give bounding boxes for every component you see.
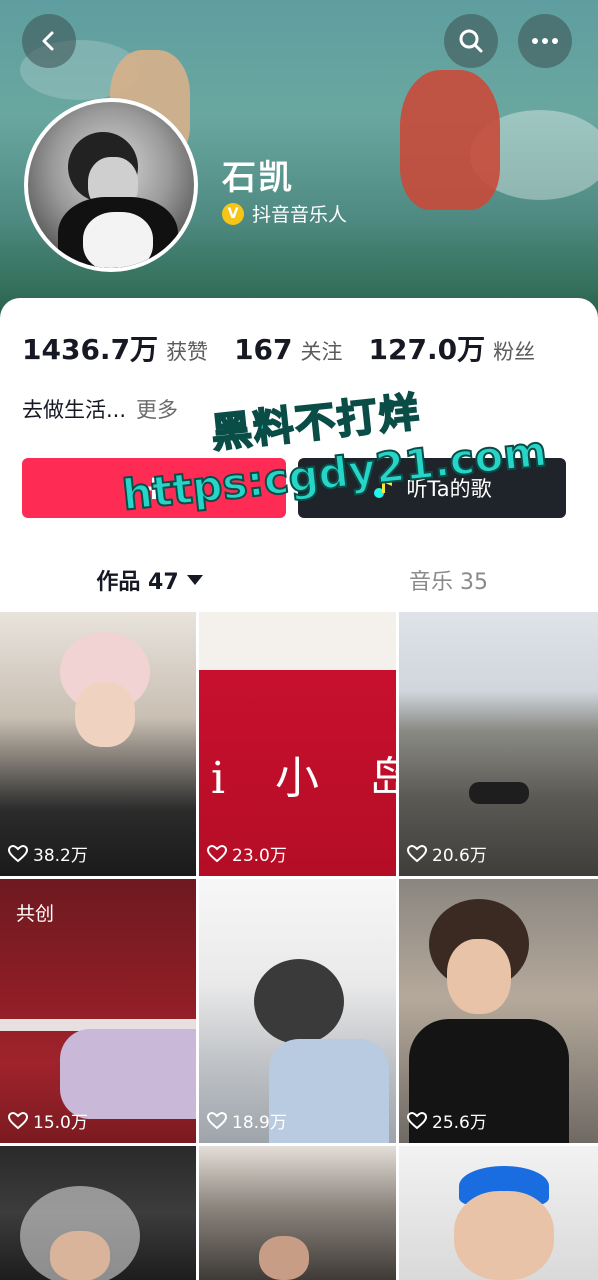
heart-icon [207, 1111, 227, 1129]
search-icon [459, 29, 483, 53]
heart-icon [207, 844, 227, 862]
bio: 去做生活... 更多 [22, 394, 178, 424]
stat-following[interactable]: 167 关注 [234, 333, 342, 366]
verified-label: 抖音音乐人 [252, 204, 348, 226]
music-note-icon [374, 479, 393, 498]
profile-name: 石凯 [222, 158, 294, 198]
video-tile[interactable]: 共创 15.0万 [0, 879, 196, 1143]
follow-button[interactable]: + [22, 458, 286, 518]
video-tile[interactable]: i 小 岛 23.0万 [199, 612, 396, 876]
tab-works[interactable]: 作品 47 [0, 550, 299, 610]
tab-works-label: 作品 47 [96, 570, 179, 595]
thumbnail-face [454, 1191, 554, 1280]
stat-followers[interactable]: 127.0万 粉丝 [369, 328, 536, 368]
verified-row: V 抖音音乐人 [222, 200, 347, 227]
likes-value: 25.6万 [432, 1113, 487, 1133]
likes-count: 38.2万 [8, 841, 88, 866]
avatar[interactable] [24, 98, 198, 272]
stat-likes[interactable]: 1436.7万 获赞 [22, 328, 208, 368]
avatar-photo-dog [83, 212, 153, 268]
video-tile[interactable] [399, 1146, 598, 1280]
video-tile[interactable]: 25.6万 [399, 879, 598, 1143]
stat-value: 1436.7万 [22, 333, 159, 366]
likes-count: 18.9万 [207, 1108, 287, 1133]
likes-count: 15.0万 [8, 1108, 88, 1133]
back-chevron-icon [42, 31, 54, 51]
video-tile[interactable] [0, 1146, 196, 1280]
likes-count: 23.0万 [207, 841, 287, 866]
content-tabs: 作品 47 音乐 35 [0, 550, 598, 610]
collab-tag: 共创 [16, 903, 55, 925]
plus-icon: + [139, 468, 169, 508]
heart-icon [8, 844, 28, 862]
thumbnail-person [469, 782, 529, 804]
stat-label: 获赞 [166, 340, 209, 364]
stat-label: 粉丝 [493, 340, 536, 364]
likes-count: 20.6万 [407, 841, 487, 866]
listen-songs-button[interactable]: 听Ta的歌 [298, 458, 566, 518]
listen-songs-label: 听Ta的歌 [406, 477, 492, 501]
search-button[interactable] [444, 14, 498, 68]
thumbnail-face [447, 939, 511, 1014]
video-tile[interactable]: 18.9万 [199, 879, 396, 1143]
video-tile[interactable]: 38.2万 [0, 612, 196, 876]
tab-music-label: 音乐 35 [409, 570, 488, 595]
heart-icon [8, 1111, 28, 1129]
likes-count: 25.6万 [407, 1108, 487, 1133]
thumbnail-face [50, 1231, 110, 1280]
thumbnail-sign-text: i 小 岛 [211, 753, 396, 804]
thumbnail-hair [254, 959, 344, 1044]
more-button[interactable] [518, 14, 572, 68]
likes-value: 18.9万 [232, 1113, 287, 1133]
likes-value: 20.6万 [432, 846, 487, 866]
likes-value: 38.2万 [33, 846, 88, 866]
likes-value: 15.0万 [33, 1113, 88, 1133]
banner-cartoon-figure [400, 70, 500, 210]
stat-value: 127.0万 [368, 333, 486, 366]
stat-value: 167 [234, 333, 293, 366]
thumbnail-shirt [269, 1039, 389, 1143]
video-tile[interactable] [199, 1146, 396, 1280]
video-grid: 38.2万 i 小 岛 23.0万 20.6万 共创 15.0万 18.9万 [0, 612, 598, 1280]
likes-value: 23.0万 [232, 846, 287, 866]
thumbnail-face [75, 682, 135, 747]
heart-icon [407, 1111, 427, 1129]
back-button[interactable] [22, 14, 76, 68]
video-tile[interactable]: 20.6万 [399, 612, 598, 876]
bio-more-link[interactable]: 更多 [136, 398, 178, 422]
heart-icon [407, 844, 427, 862]
thumbnail-face [259, 1236, 309, 1280]
stats-row: 1436.7万 获赞 167 关注 127.0万 粉丝 [22, 328, 561, 368]
verified-badge-icon: V [222, 202, 244, 225]
stat-label: 关注 [300, 340, 343, 364]
thumbnail-arm [60, 1029, 196, 1119]
caret-down-icon [186, 575, 203, 585]
bio-text: 去做生活... [22, 398, 127, 422]
tab-music[interactable]: 音乐 35 [299, 550, 598, 610]
more-dots-icon [532, 38, 558, 44]
